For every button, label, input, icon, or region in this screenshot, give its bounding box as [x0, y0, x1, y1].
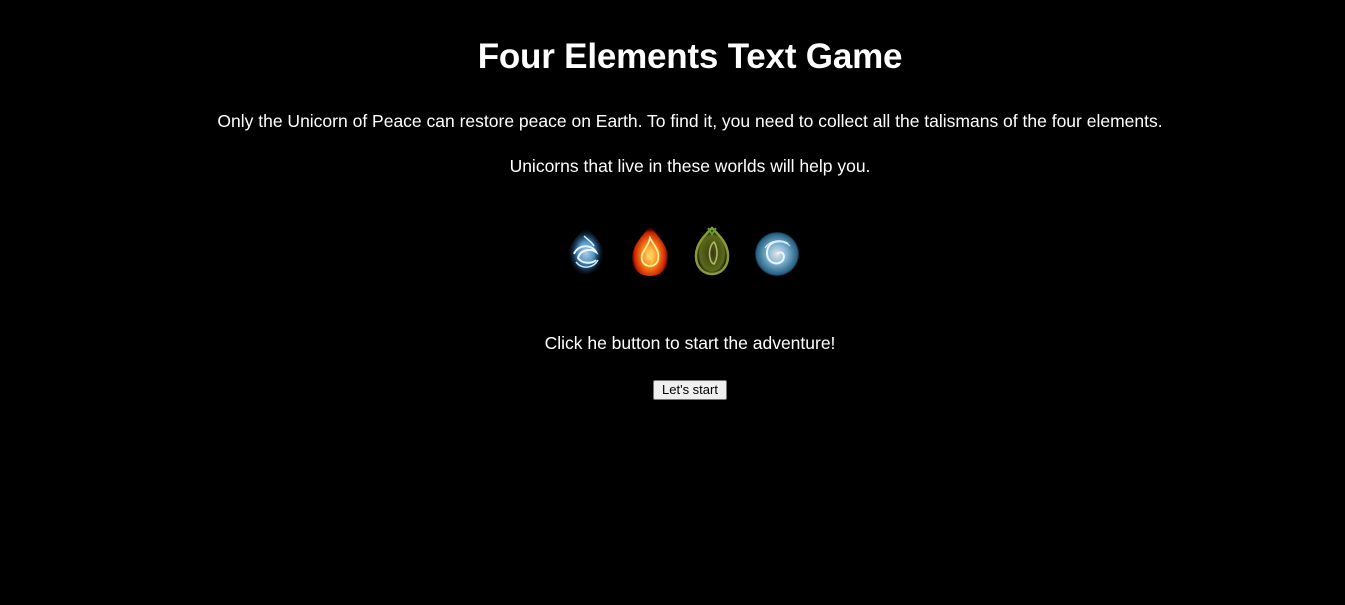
helper-text: Unicorns that live in these worlds will …: [509, 156, 871, 176]
earth-element-icon: [694, 226, 730, 276]
page-title: Four Elements Text Game: [477, 37, 903, 76]
element-icons-row: [560, 214, 810, 284]
start-button[interactable]: Let's start: [653, 380, 727, 400]
air-element-icon: [755, 232, 799, 276]
fire-element-icon: [632, 224, 668, 276]
game-page: Four Elements Text Game Only the Unicorn…: [0, 0, 1345, 605]
water-element-icon: [568, 226, 604, 274]
intro-text: Only the Unicorn of Peace can restore pe…: [217, 111, 1163, 131]
cta-text: Click he button to start the adventure!: [544, 333, 836, 353]
